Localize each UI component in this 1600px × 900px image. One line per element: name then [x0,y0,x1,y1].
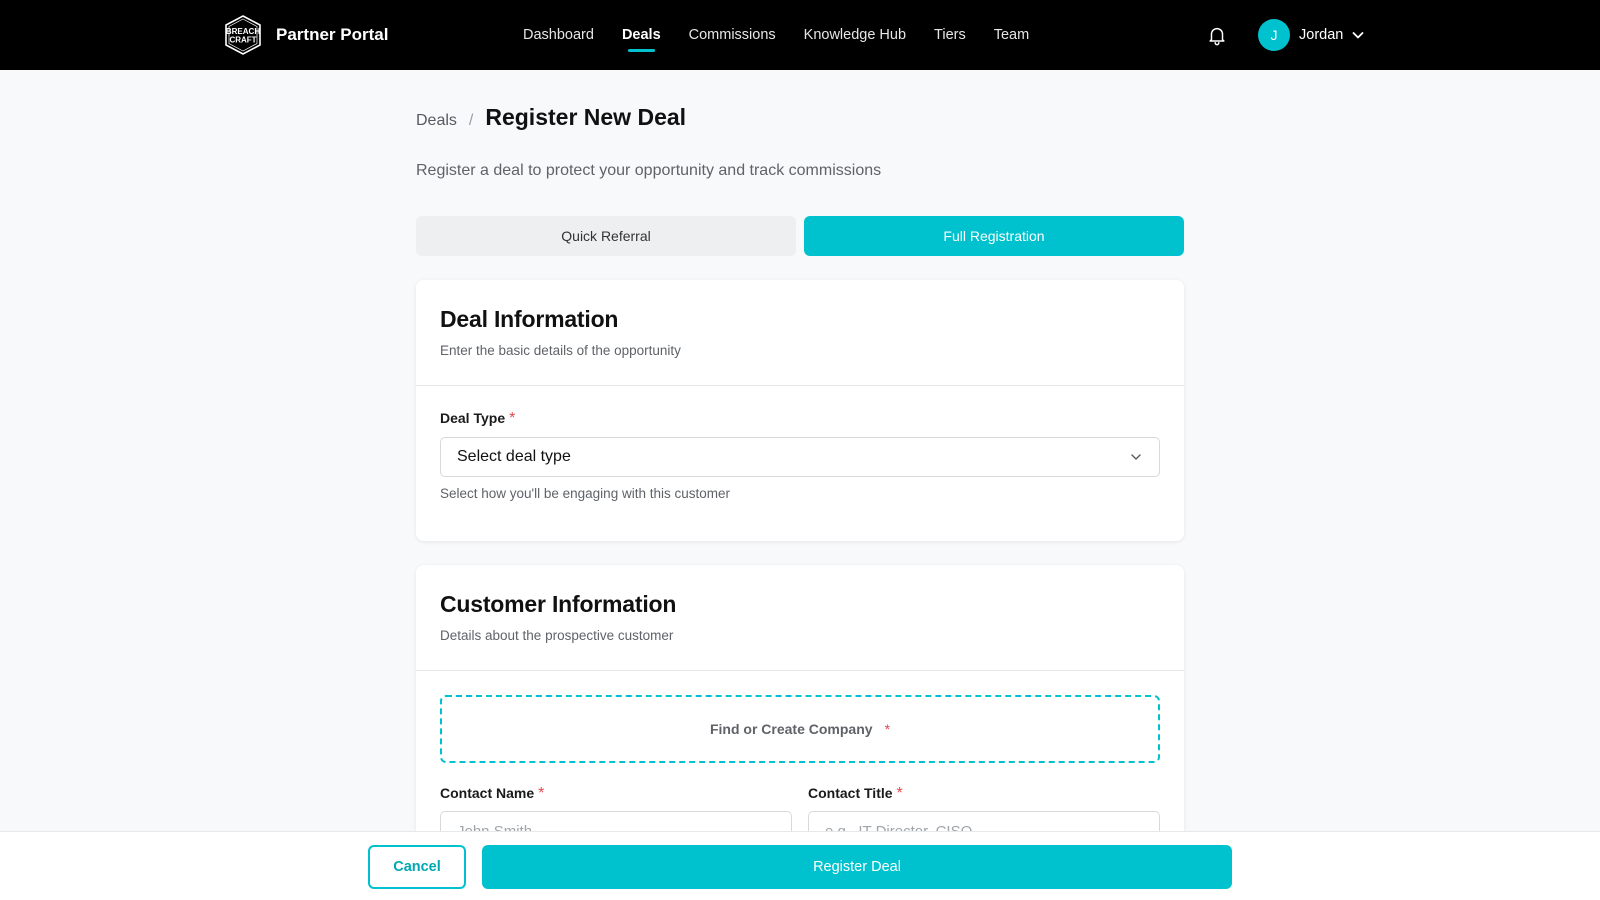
customer-information-header: Customer Information Details about the p… [416,565,1184,671]
contact-name-label-row: Contact Name * [440,785,792,803]
register-deal-button[interactable]: Register Deal [482,845,1232,889]
top-navbar: BREACH CRAFT Partner Portal Dashboard De… [0,0,1600,70]
brand[interactable]: BREACH CRAFT Partner Portal [222,14,388,56]
cancel-button[interactable]: Cancel [368,845,466,889]
page-subtitle: Register a deal to protect your opportun… [416,162,882,179]
breadcrumb-deals-link[interactable]: Deals [416,112,457,130]
customer-information-description: Details about the prospective customer [440,628,674,643]
contact-title-label: Contact Title [808,785,893,801]
user-name: Jordan [1299,27,1344,43]
find-or-create-company-button[interactable]: Find or Create Company * [440,695,1160,763]
form-action-bar: Cancel Register Deal [0,831,1600,900]
nav-deals[interactable]: Deals [622,0,661,70]
quick-referral-tab[interactable]: Quick Referral [416,216,796,256]
deal-information-body: Deal Type * Select deal type Select how y… [416,386,1184,501]
required-marker: * [884,721,891,737]
brand-logo-icon: BREACH CRAFT [225,15,261,55]
customer-information-card: Customer Information Details about the p… [416,565,1184,865]
user-menu[interactable]: J Jordan [1258,19,1365,51]
deal-type-label: Deal Type [440,410,506,426]
full-registration-tab[interactable]: Full Registration [804,216,1184,256]
nav-team[interactable]: Team [994,0,1029,70]
brand-name: Partner Portal [276,25,389,44]
logo-text-line-2: CRAFT [229,36,256,45]
required-marker: * [509,410,516,427]
deal-type-select[interactable]: Select deal type [440,437,1160,477]
find-or-create-company-label: Find or Create Company [709,721,873,737]
deal-type-help-text: Select how you'll be engaging with this … [440,486,730,501]
main-nav: Dashboard Deals Commissions Knowledge Hu… [523,0,1057,70]
nav-knowledge-hub[interactable]: Knowledge Hub [804,0,906,70]
breadcrumb-separator: / [468,112,474,129]
deal-information-card: Deal Information Enter the basic details… [416,280,1184,541]
chevron-down-icon [1131,454,1141,460]
chevron-down-icon [1352,32,1364,39]
customer-information-body: Find or Create Company * Contact Name* C… [416,671,1184,851]
avatar: J [1258,19,1290,51]
deal-type-select-value: Select deal type [457,448,571,465]
contact-title-label-row: Contact Title * [808,785,1160,803]
nav-commissions[interactable]: Commissions [689,0,776,70]
breadcrumb: Deals / Register New Deal [416,104,686,131]
deal-type-label-row: Deal Type * [440,410,1160,428]
nav-tiers[interactable]: Tiers [934,0,966,70]
required-marker: * [538,785,545,802]
deal-information-title: Deal Information [440,306,619,332]
deal-information-header: Deal Information Enter the basic details… [416,280,1184,386]
customer-information-title: Customer Information [440,591,677,617]
bell-icon[interactable] [1206,24,1228,46]
page-title: Register New Deal [485,104,687,130]
deal-information-description: Enter the basic details of the opportuni… [440,343,681,358]
required-marker: * [896,785,903,802]
nav-dashboard[interactable]: Dashboard [523,0,594,70]
contact-name-label: Contact Name [440,785,535,801]
